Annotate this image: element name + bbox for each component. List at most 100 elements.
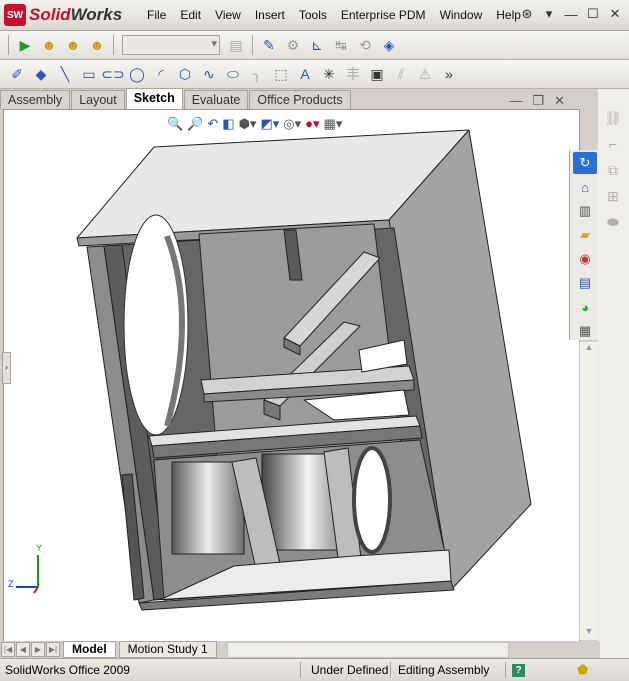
run-icon[interactable]: ▶ xyxy=(14,34,36,56)
tab-layout[interactable]: Layout xyxy=(71,90,125,109)
last-tab-icon[interactable]: ▶| xyxy=(46,642,60,657)
close-button[interactable]: ✕ xyxy=(605,5,625,23)
hook-icon[interactable]: ⌐ xyxy=(601,133,625,155)
pattern-icon[interactable]: ⊞ xyxy=(601,185,625,207)
first-tab-icon[interactable]: |◀ xyxy=(1,642,15,657)
user3-icon[interactable]: ☻ xyxy=(86,34,108,56)
minimize-button[interactable]: — xyxy=(561,5,581,23)
user1-icon[interactable]: ☻ xyxy=(38,34,60,56)
configuration-combo[interactable] xyxy=(122,35,220,55)
menu-bar: File Edit View Insert Tools Enterprise P… xyxy=(140,0,528,30)
circle-icon[interactable]: ◯ xyxy=(126,63,148,85)
offset-icon[interactable]: ⫽ xyxy=(390,63,412,85)
fillet-icon[interactable]: ╮ xyxy=(246,63,268,85)
assembly-toolbar: ▶ ☻ ☻ ☻ ▤ ✎ ⚙ ⊾ ↹ ⟲ ◈ xyxy=(0,31,629,60)
copy-icon[interactable]: ▤ xyxy=(225,34,247,56)
status-divider xyxy=(300,662,301,678)
vertical-scrollbar[interactable]: ▲ ▼ xyxy=(579,342,598,640)
ellipse-icon[interactable]: ⬭ xyxy=(222,63,244,85)
home-icon[interactable]: ⌂ xyxy=(573,176,597,198)
doc-minimize-button[interactable]: — xyxy=(509,93,522,109)
custom-properties-icon[interactable]: ▦ xyxy=(573,320,597,342)
document-window-controls: — ❐ ✕ xyxy=(509,93,565,109)
doc-close-button[interactable]: ✕ xyxy=(554,93,565,109)
previous-tab-icon[interactable]: ◀ xyxy=(16,642,30,657)
solidworks-logo[interactable]: SW SolidWorks xyxy=(4,4,122,26)
tab-evaluate[interactable]: Evaluate xyxy=(183,90,249,109)
maximize-button[interactable]: ☐ xyxy=(583,5,603,23)
tab-motion-study-1[interactable]: Motion Study 1 xyxy=(118,641,217,658)
triad-z-label: Z xyxy=(8,579,14,589)
window-controls: ⊛ ▾ — ☐ ✕ xyxy=(517,5,625,23)
status-definition: Under Defined xyxy=(311,663,389,677)
status-product: SolidWorks Office 2009 xyxy=(5,663,130,677)
text-icon[interactable]: A xyxy=(294,63,316,85)
solidworks-resources-icon[interactable]: ↻ xyxy=(573,152,597,174)
stack-icon[interactable]: ⬬ xyxy=(601,211,625,233)
horizontal-scrollbar[interactable] xyxy=(226,641,509,658)
spline-icon[interactable]: ∿ xyxy=(198,63,220,85)
help-icon[interactable]: ? xyxy=(512,663,525,677)
app-name-part1: Solid xyxy=(29,5,71,24)
scroll-down-icon[interactable]: ▼ xyxy=(580,626,598,640)
chevron-down-icon[interactable]: ▾ xyxy=(539,5,559,23)
rectangle-icon[interactable]: ▭ xyxy=(78,63,100,85)
arc-icon[interactable]: ◜ xyxy=(150,63,172,85)
doc-restore-button[interactable]: ❐ xyxy=(532,93,544,109)
tab-office-products[interactable]: Office Products xyxy=(249,90,351,109)
search-icon[interactable]: ◉ xyxy=(573,248,597,270)
rebuild-icon[interactable]: ⬟ xyxy=(577,662,588,678)
scroll-up-icon[interactable]: ▲ xyxy=(580,342,598,356)
menu-enterprise-pdm[interactable]: Enterprise PDM xyxy=(334,8,433,22)
graphics-area[interactable]: 🔍 🔎 ↶ ◧ ⬢▾ ◩▾ ◎▾ ●▾ ▦▾ Y Z › xyxy=(2,109,580,643)
design-library-icon[interactable]: ▥ xyxy=(573,200,597,222)
appearances-icon[interactable]: ◕ xyxy=(573,296,597,318)
tab-model[interactable]: Model xyxy=(63,641,116,658)
point-icon[interactable]: ✳ xyxy=(318,63,340,85)
user2-icon[interactable]: ☻ xyxy=(62,34,84,56)
chain-icon[interactable]: ⛓ xyxy=(601,107,625,129)
task-pane: ↻ ⌂ ▥ ▰ ◉ ▤ ◕ ▦ xyxy=(569,150,600,340)
menu-edit[interactable]: Edit xyxy=(173,8,208,22)
plane-icon[interactable]: ⬚ xyxy=(270,63,292,85)
menu-tools[interactable]: Tools xyxy=(292,8,334,22)
tab-sketch[interactable]: Sketch xyxy=(125,88,183,109)
next-tab-icon[interactable]: ▶ xyxy=(31,642,45,657)
toolbar-separator xyxy=(252,35,253,55)
convert-entities-icon[interactable]: ▣ xyxy=(366,63,388,85)
menu-file[interactable]: File xyxy=(140,8,173,22)
line-icon[interactable]: ╲ xyxy=(54,63,76,85)
trim-icon[interactable]: 丰 xyxy=(342,63,364,85)
app-name: SolidWorks xyxy=(29,5,122,25)
status-divider xyxy=(505,662,506,678)
expand-panel-handle[interactable]: › xyxy=(2,352,11,384)
warning-icon[interactable]: ⚠ xyxy=(414,63,436,85)
edit-component-icon[interactable]: ✎ xyxy=(258,34,280,56)
move-component-icon[interactable]: ↹ xyxy=(330,34,352,56)
coordinate-triad: Y Z xyxy=(8,543,48,595)
smart-fasteners-icon[interactable]: ◈ xyxy=(378,34,400,56)
assembly-model[interactable] xyxy=(4,110,579,642)
pin-icon[interactable]: ⊛ xyxy=(517,5,537,23)
sketch-toolbar: ✐ ◆ ╲ ▭ ⊂⊃ ◯ ◜ ⬡ ∿ ⬭ ╮ ⬚ A ✳ 丰 ▣ ⫽ ⚠ » xyxy=(0,60,629,89)
mate-icon[interactable]: ⊾ xyxy=(306,34,328,56)
status-mode: Editing Assembly xyxy=(398,663,490,677)
file-explorer-icon[interactable]: ▰ xyxy=(573,224,597,246)
view-palette-icon[interactable]: ▤ xyxy=(573,272,597,294)
rotate-component-icon[interactable]: ⟲ xyxy=(354,34,376,56)
smart-dimension-icon[interactable]: ◆ xyxy=(30,63,52,85)
status-divider xyxy=(390,662,391,678)
insert-component-icon[interactable]: ⚙ xyxy=(282,34,304,56)
slot-icon[interactable]: ⊂⊃ xyxy=(101,63,124,85)
menu-insert[interactable]: Insert xyxy=(248,8,292,22)
tab-assembly[interactable]: Assembly xyxy=(0,90,71,109)
component-icon[interactable]: ⧉ xyxy=(601,159,625,181)
menu-window[interactable]: Window xyxy=(433,8,490,22)
status-bar: SolidWorks Office 2009 Under Defined Edi… xyxy=(0,658,629,681)
feature-panel: ⛓ ⌐ ⧉ ⊞ ⬬ xyxy=(598,89,629,658)
more-icon[interactable]: » xyxy=(438,63,460,85)
menu-view[interactable]: View xyxy=(208,8,248,22)
toolbar-separator xyxy=(113,35,114,55)
sketch-icon[interactable]: ✐ xyxy=(6,63,28,85)
polygon-icon[interactable]: ⬡ xyxy=(174,63,196,85)
